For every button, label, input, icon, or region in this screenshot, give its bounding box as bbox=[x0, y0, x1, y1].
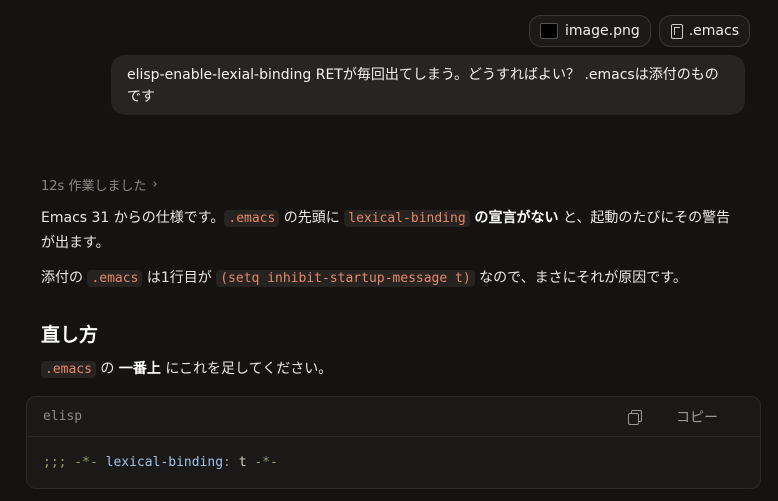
bold-text: 一番上 bbox=[118, 361, 161, 377]
code-token-key: lexical-binding bbox=[105, 455, 224, 470]
text: の先頭に bbox=[279, 210, 345, 226]
text: Emacs 31 からの仕様です。 bbox=[41, 210, 225, 226]
attachment-label: .emacs bbox=[688, 23, 739, 39]
chat-page: image.png .emacs elisp-enable-lexial-bin… bbox=[0, 0, 778, 501]
thought-toggle[interactable]: 12s 作業しました › bbox=[41, 175, 158, 194]
code-language-label: elisp bbox=[43, 409, 83, 424]
user-message-text: elisp-enable-lexial-binding RETが毎回出てしまう。… bbox=[127, 67, 719, 105]
attachment-file[interactable]: .emacs bbox=[658, 15, 750, 47]
answer-paragraph-1: Emacs 31 からの仕様です。 .emacs の先頭に lexical-bin… bbox=[41, 206, 741, 255]
inline-code: .emacs bbox=[224, 210, 280, 227]
attachment-label: image.png bbox=[565, 23, 640, 39]
copy-icon[interactable] bbox=[628, 409, 642, 425]
copy-button[interactable]: コピー bbox=[676, 407, 718, 427]
code-token-prefix: ;;; -*- bbox=[43, 455, 106, 470]
text: の bbox=[95, 361, 119, 377]
text: なので、まさにそれが原因です。 bbox=[474, 270, 687, 286]
inline-code: .emacs bbox=[87, 270, 143, 287]
code-token-sep: : bbox=[223, 455, 239, 470]
attachment-image[interactable]: image.png bbox=[529, 15, 651, 47]
inline-code: .emacs bbox=[41, 361, 96, 378]
code-block-actions: コピー bbox=[628, 407, 744, 427]
code-block-header: elisp コピー bbox=[27, 397, 760, 437]
user-message-bubble: elisp-enable-lexial-binding RETが毎回出てしまう。… bbox=[111, 55, 745, 115]
code-token-value: t bbox=[238, 455, 247, 470]
code-block: elisp コピー ;;; -*- lexical-binding: t -*- bbox=[26, 396, 761, 489]
text: は1行目が bbox=[142, 270, 217, 286]
image-thumbnail-icon bbox=[540, 23, 559, 39]
chevron-right-icon: › bbox=[152, 177, 158, 192]
file-icon bbox=[670, 24, 683, 39]
answer-paragraph-2: 添付の .emacs は1行目が (setq inhibit-startup-m… bbox=[41, 266, 741, 291]
bold-text: の宣言がない bbox=[469, 210, 559, 226]
thought-label: 12s 作業しました bbox=[41, 179, 147, 194]
text: 添付の bbox=[41, 270, 88, 286]
code-token-suffix: -*- bbox=[246, 455, 278, 470]
inline-code: lexical-binding bbox=[344, 210, 470, 227]
code-content: ;;; -*- lexical-binding: t -*- bbox=[27, 437, 760, 488]
attachments: image.png .emacs bbox=[529, 15, 750, 47]
text: にこれを足してください。 bbox=[160, 361, 333, 377]
section-heading: 直し方 bbox=[41, 324, 99, 346]
inline-code: (setq inhibit-startup-message t) bbox=[216, 270, 475, 287]
answer-paragraph-3: .emacs の 一番上 にこれを足してください。 bbox=[41, 357, 741, 382]
